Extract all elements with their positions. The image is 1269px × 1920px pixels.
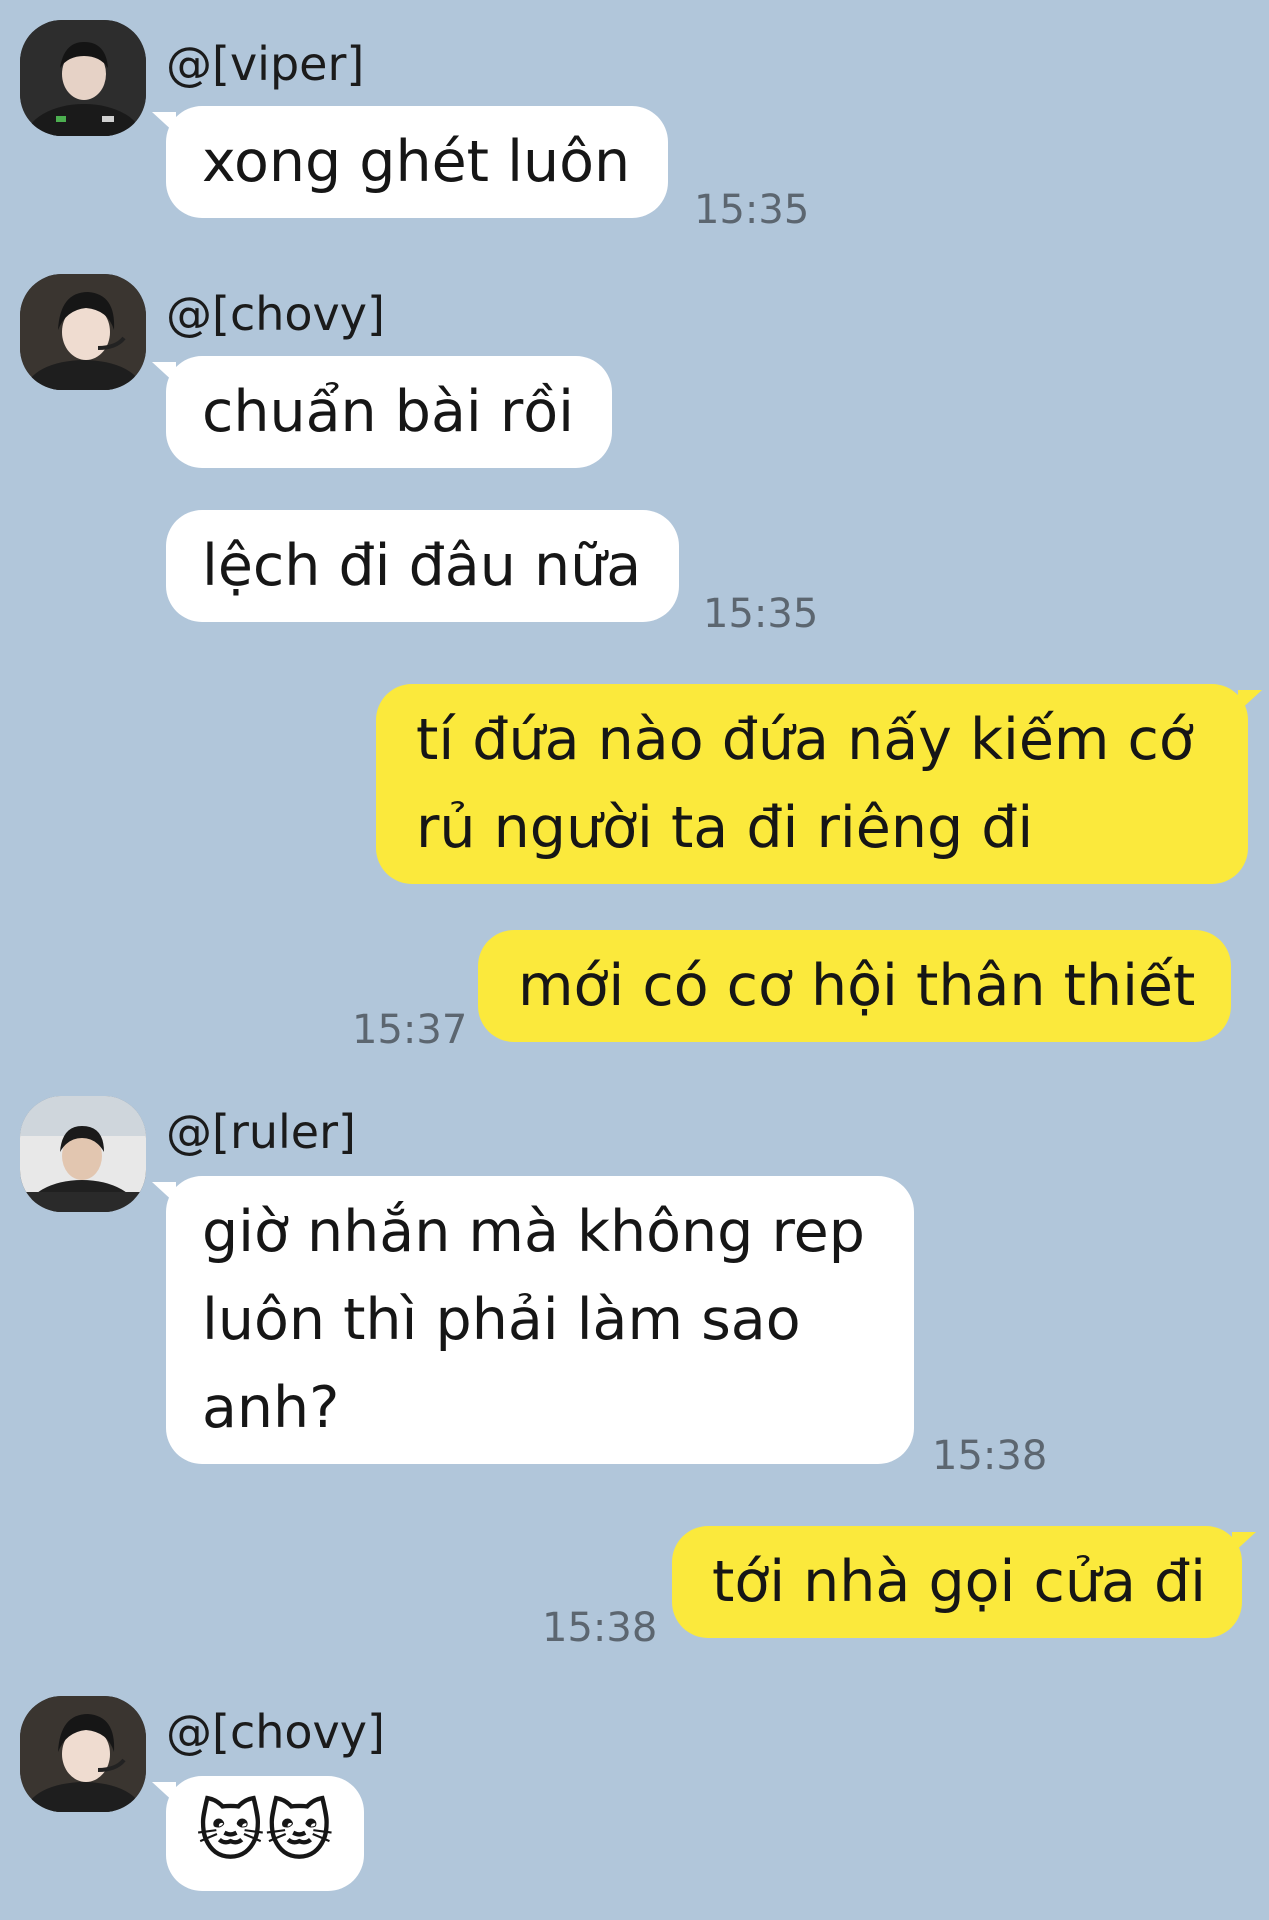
outgoing-message-bubble[interactable]: tí đứa nào đứa nấy kiếm cớ rủ người ta đ… xyxy=(376,684,1262,884)
message-time: 15:38 xyxy=(542,1605,658,1651)
chat-screen: { "chat": { "messages": [ {"sender": "@[… xyxy=(0,0,1269,1920)
message-text: tới nhà gọi cửa đi xyxy=(712,1549,1207,1615)
message-text: tí đứa nào đứa nấy kiếm cớ rủ người ta đ… xyxy=(416,707,1194,861)
sender-name: @[viper] xyxy=(166,37,365,91)
message-time: 15:38 xyxy=(932,1433,1048,1479)
message-text: giờ nhắn mà không rep luôn thì phải làm … xyxy=(202,1199,865,1441)
message-bubble[interactable]: chuẩn bài rồi xyxy=(152,356,612,468)
sender-name: @[ruler] xyxy=(166,1105,356,1159)
message-text: lệch đi đâu nữa xyxy=(202,533,642,599)
avatar-chovy[interactable] xyxy=(20,1696,146,1812)
message-bubble[interactable]: xong ghét luôn xyxy=(151,106,669,218)
message-text: xong ghét luôn xyxy=(202,129,631,195)
outgoing-message-bubble[interactable]: tới nhà gọi cửa đi xyxy=(672,1526,1257,1638)
message-time: 15:37 xyxy=(352,1007,468,1053)
message-time: 15:35 xyxy=(694,187,810,233)
avatar-viper[interactable] xyxy=(20,20,146,136)
message-text: chuẩn bài rồi xyxy=(202,379,574,445)
message-bubble[interactable]: giờ nhắn mà không rep luôn thì phải làm … xyxy=(152,1176,914,1464)
sender-name: @[chovy] xyxy=(166,1705,385,1759)
message-bubble[interactable]: 🐱🐱 xyxy=(152,1776,364,1891)
message-text: mới có cơ hội thân thiết xyxy=(518,953,1196,1019)
outgoing-message-bubble[interactable]: mới có cơ hội thân thiết xyxy=(478,930,1232,1042)
message-bubble[interactable]: lệch đi đâu nữa xyxy=(166,510,680,622)
sender-name: @[chovy] xyxy=(166,287,385,341)
cat-emoji-icon: 🐱🐱 xyxy=(196,1793,334,1870)
message-time: 15:35 xyxy=(703,591,819,637)
avatar-chovy[interactable] xyxy=(20,274,146,390)
avatar-ruler[interactable] xyxy=(20,1096,146,1212)
